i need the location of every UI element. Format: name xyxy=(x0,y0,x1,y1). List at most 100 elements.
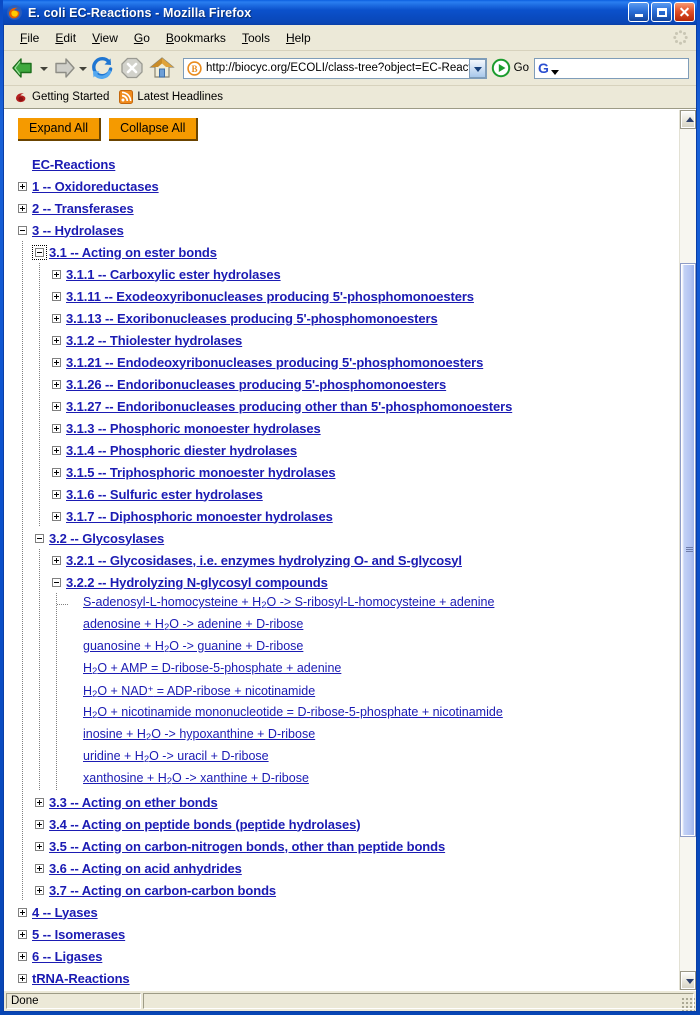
tree-expand-icon[interactable] xyxy=(35,863,44,873)
scroll-up-icon[interactable] xyxy=(680,110,696,129)
tree-expand-icon[interactable] xyxy=(52,269,61,279)
tree-node-link[interactable]: 3.1.1 -- Carboxylic ester hydrolases xyxy=(66,267,281,282)
reaction-link[interactable]: uridine + H2O -> uracil + D-ribose xyxy=(83,749,269,767)
tree-expand-icon[interactable] xyxy=(52,401,61,411)
minimize-button[interactable] xyxy=(628,2,649,22)
go-arrow-icon[interactable] xyxy=(491,58,511,78)
tree-node-link[interactable]: tRNA-Reactions xyxy=(32,971,130,986)
tree-expand-icon[interactable] xyxy=(52,291,61,301)
search-input[interactable]: G xyxy=(534,57,689,79)
tree-collapse-icon[interactable] xyxy=(52,577,61,587)
scrollbar-thumb[interactable] xyxy=(680,262,696,838)
menu-tools[interactable]: Tools xyxy=(234,28,278,48)
go-button-label[interactable]: Go xyxy=(514,62,529,74)
tree-node-link[interactable]: EC-Reactions xyxy=(32,157,115,172)
tree-node-link[interactable]: 3.1.7 -- Diphosphoric monoester hydrolas… xyxy=(66,509,333,524)
tree-expand-icon[interactable] xyxy=(52,335,61,345)
tree-node-link[interactable]: 3.2 -- Glycosylases xyxy=(49,531,164,546)
reaction-link[interactable]: H2O + nicotinamide mononucleotide = D-ri… xyxy=(83,705,503,723)
address-input[interactable]: http://biocyc.org/ECOLI/class-tree?objec… xyxy=(206,62,469,74)
tree-expand-icon[interactable] xyxy=(52,489,61,499)
reaction-link[interactable]: guanosine + H2O -> guanine + D-ribose xyxy=(83,639,303,657)
tree-node-link[interactable]: 3.7 -- Acting on carbon-carbon bonds xyxy=(49,883,276,898)
tree-expand-icon[interactable] xyxy=(35,797,44,807)
menu-view[interactable]: View xyxy=(84,28,126,48)
expand-all-button[interactable]: Expand All xyxy=(18,118,102,141)
tree-node-link[interactable]: 3.1.21 -- Endodeoxyribonucleases produci… xyxy=(66,355,483,370)
tree-expand-icon[interactable] xyxy=(35,819,44,829)
menu-edit[interactable]: Edit xyxy=(47,28,84,48)
tree-node-link[interactable]: 3.1.13 -- Exoribonucleases producing 5'-… xyxy=(66,311,438,326)
resize-grip-icon[interactable] xyxy=(681,997,695,1011)
tree-node-link[interactable]: 3.1.5 -- Triphosphoric monoester hydrola… xyxy=(66,465,336,480)
tree-node-link[interactable]: 3.2.2 -- Hydrolyzing N-glycosyl compound… xyxy=(66,575,328,590)
reaction-link[interactable]: inosine + H2O -> hypoxanthine + D-ribose xyxy=(83,727,315,745)
tree-expand-icon[interactable] xyxy=(35,841,44,851)
tree-expand-icon[interactable] xyxy=(52,467,61,477)
tree-expand-icon[interactable] xyxy=(52,445,61,455)
tree-expand-icon[interactable] xyxy=(18,973,27,983)
reaction-link[interactable]: xanthosine + H2O -> xanthine + D-ribose xyxy=(83,771,309,789)
tree-collapse-icon[interactable] xyxy=(32,244,47,260)
tree-node-link[interactable]: 5 -- Isomerases xyxy=(32,927,125,942)
tree-node-link[interactable]: 3 -- Hydrolases xyxy=(32,223,124,238)
scrollbar-track[interactable] xyxy=(680,129,696,971)
tree-expand-icon[interactable] xyxy=(35,885,44,895)
reaction-link[interactable]: H2O + AMP = D-ribose-5-phosphate + adeni… xyxy=(83,661,341,679)
tree-expand-icon[interactable] xyxy=(18,181,27,191)
tree-node-link[interactable]: 3.1.2 -- Thiolester hydrolases xyxy=(66,333,242,348)
scroll-down-icon[interactable] xyxy=(680,971,696,990)
tree-node-link[interactable]: 3.1.11 -- Exodeoxyribonucleases producin… xyxy=(66,289,474,304)
tree-node-link[interactable]: 3.1.6 -- Sulfuric ester hydrolases xyxy=(66,487,263,502)
tree-node-link[interactable]: 3.6 -- Acting on acid anhydrides xyxy=(49,861,242,876)
bookmark-latest-headlines[interactable]: Latest Headlines xyxy=(116,89,226,105)
maximize-button[interactable] xyxy=(651,2,672,22)
tree-node-link[interactable]: 4 -- Lyases xyxy=(32,905,98,920)
tree-expand-icon[interactable] xyxy=(18,929,27,939)
tree-node-link[interactable]: 3.3 -- Acting on ether bonds xyxy=(49,795,218,810)
tree-collapse-icon[interactable] xyxy=(35,533,44,543)
tree-node-link[interactable]: 2 -- Transferases xyxy=(32,201,134,216)
tree-node-link[interactable]: 3.1.26 -- Endoribonucleases producing 5'… xyxy=(66,377,446,392)
reaction-link[interactable]: adenosine + H2O -> adenine + D-ribose xyxy=(83,617,303,635)
search-engine-dropdown-icon[interactable] xyxy=(551,69,559,75)
address-bar[interactable]: B http://biocyc.org/ECOLI/class-tree?obj… xyxy=(183,57,487,79)
tree-guide-line xyxy=(56,659,57,681)
reaction-link[interactable]: H2O + NAD+ = ADP-ribose + nicotinamide xyxy=(83,682,315,702)
tree-node-link[interactable]: 3.1.27 -- Endoribonucleases producing ot… xyxy=(66,399,512,414)
tree-expand-icon[interactable] xyxy=(18,951,27,961)
bookmark-getting-started[interactable]: Getting Started xyxy=(11,89,112,105)
tree-expand-icon[interactable] xyxy=(52,313,61,323)
menu-file[interactable]: File xyxy=(12,28,47,48)
google-g-icon[interactable]: G xyxy=(538,61,549,75)
title-bar[interactable]: E. coli EC-Reactions - Mozilla Firefox xyxy=(3,0,697,25)
tree-node-link[interactable]: 3.4 -- Acting on peptide bonds (peptide … xyxy=(49,817,361,832)
tree-expand-icon[interactable] xyxy=(52,357,61,367)
menu-help[interactable]: Help xyxy=(278,28,319,48)
back-arrow-icon[interactable] xyxy=(9,53,39,83)
home-icon[interactable] xyxy=(147,53,177,83)
tree-expand-icon[interactable] xyxy=(18,907,27,917)
menu-go[interactable]: Go xyxy=(126,28,158,48)
tree-node-link[interactable]: 6 -- Ligases xyxy=(32,949,102,964)
tree-expand-icon[interactable] xyxy=(52,511,61,521)
tree-expand-icon[interactable] xyxy=(18,203,27,213)
tree-node-link[interactable]: 1 -- Oxidoreductases xyxy=(32,179,159,194)
tree-node-link[interactable]: 3.2.1 -- Glycosidases, i.e. enzymes hydr… xyxy=(66,553,462,568)
collapse-all-button[interactable]: Collapse All xyxy=(109,118,199,141)
reaction-link[interactable]: S-adenosyl-L-homocysteine + H2O -> S-rib… xyxy=(83,595,494,613)
close-button[interactable] xyxy=(674,2,695,22)
menu-bookmarks[interactable]: Bookmarks xyxy=(158,28,234,48)
back-dropdown-icon[interactable] xyxy=(39,53,48,83)
tree-node-link[interactable]: 3.5 -- Acting on carbon-nitrogen bonds, … xyxy=(49,839,445,854)
tree-node-link[interactable]: 3.1 -- Acting on ester bonds xyxy=(49,245,217,260)
tree-collapse-icon[interactable] xyxy=(18,225,27,235)
tree-expand-icon[interactable] xyxy=(52,555,61,565)
reload-icon[interactable] xyxy=(87,53,117,83)
tree-expand-icon[interactable] xyxy=(52,423,61,433)
tree-expand-icon[interactable] xyxy=(52,379,61,389)
tree-node-link[interactable]: 3.1.3 -- Phosphoric monoester hydrolases xyxy=(66,421,321,436)
page-scrollbar[interactable] xyxy=(679,110,696,990)
tree-node-link[interactable]: 3.1.4 -- Phosphoric diester hydrolases xyxy=(66,443,297,458)
address-dropdown-icon[interactable] xyxy=(468,58,486,78)
